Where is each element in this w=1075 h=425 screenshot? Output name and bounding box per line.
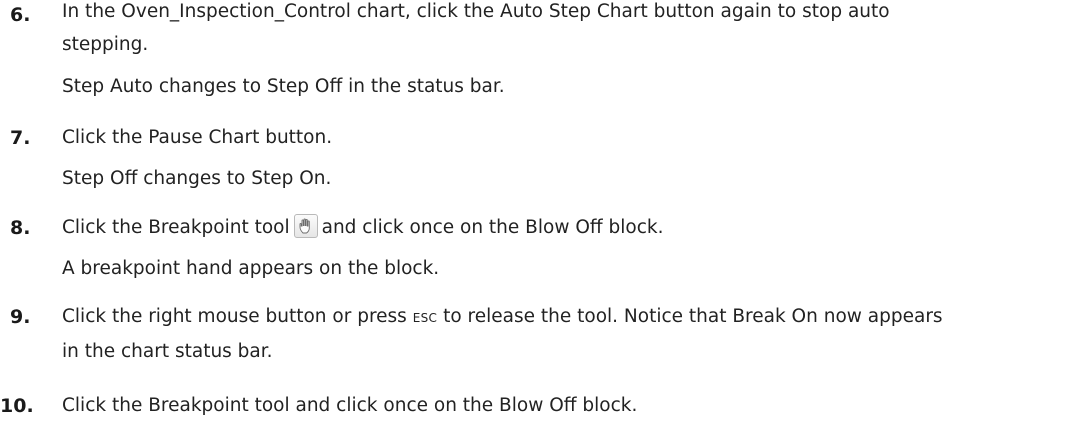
step-instruction: Click the Breakpoint tool and click once… [62, 395, 638, 416]
step-result: A breakpoint hand appears on the block. [62, 258, 440, 279]
instruction-text: Click the Breakpoint tool [62, 217, 290, 238]
instruction-text: to release the tool. Notice that Break O… [443, 306, 943, 327]
instruction-text: Click the right mouse button or press [62, 306, 407, 327]
esc-key-label: ESC [412, 311, 438, 325]
step-instruction: Click the Pause Chart button. [62, 127, 333, 148]
instruction-line: Click the right mouse button or press ES… [62, 300, 1042, 335]
step-number: 10. [0, 395, 34, 417]
document-page: 6. In the Oven_Inspection_Control chart,… [0, 0, 1075, 425]
step-result: Step Off changes to Step On. [62, 168, 332, 189]
instruction-line: in the chart status bar. [62, 341, 273, 362]
step-instruction: In the Oven_Inspection_Control chart, cl… [62, 0, 1042, 61]
step-number: 6. [10, 4, 31, 26]
instruction-line: In the Oven_Inspection_Control chart, cl… [62, 1, 890, 22]
hand-breakpoint-icon [293, 214, 318, 238]
instruction-line: stepping. [62, 34, 149, 55]
step-number: 7. [10, 127, 31, 149]
step-number: 8. [10, 217, 31, 239]
step-instruction: Click the right mouse button or press ES… [62, 300, 1042, 368]
step-instruction: Click the Breakpoint tool and click once … [62, 211, 1042, 244]
step-result: Step Auto changes to Step Off in the sta… [62, 76, 505, 97]
instruction-text: and click once on the Blow Off block. [321, 217, 664, 238]
step-number: 9. [10, 306, 31, 328]
